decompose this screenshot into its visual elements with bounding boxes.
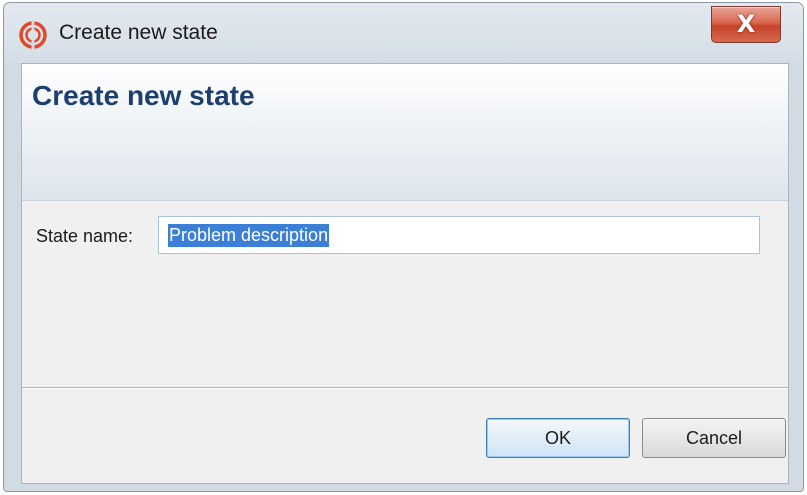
- footer-divider-highlight: [22, 388, 788, 389]
- ok-button[interactable]: OK: [486, 418, 630, 458]
- dialog-window: Create new state X Create new state Stat…: [3, 2, 804, 492]
- banner-title: Create new state: [32, 80, 255, 111]
- dialog-banner: Create new state: [22, 64, 788, 201]
- title-bar[interactable]: Create new state X: [4, 3, 803, 63]
- window-title: Create new state: [59, 21, 218, 44]
- cancel-button[interactable]: Cancel: [642, 418, 786, 458]
- dialog-content: Create new state State name: Problem des…: [21, 63, 789, 484]
- state-name-label: State name:: [36, 226, 134, 246]
- close-icon: X: [736, 10, 756, 38]
- close-button[interactable]: X: [711, 6, 781, 43]
- state-name-input[interactable]: [158, 216, 760, 254]
- app-logo-icon: [19, 21, 47, 49]
